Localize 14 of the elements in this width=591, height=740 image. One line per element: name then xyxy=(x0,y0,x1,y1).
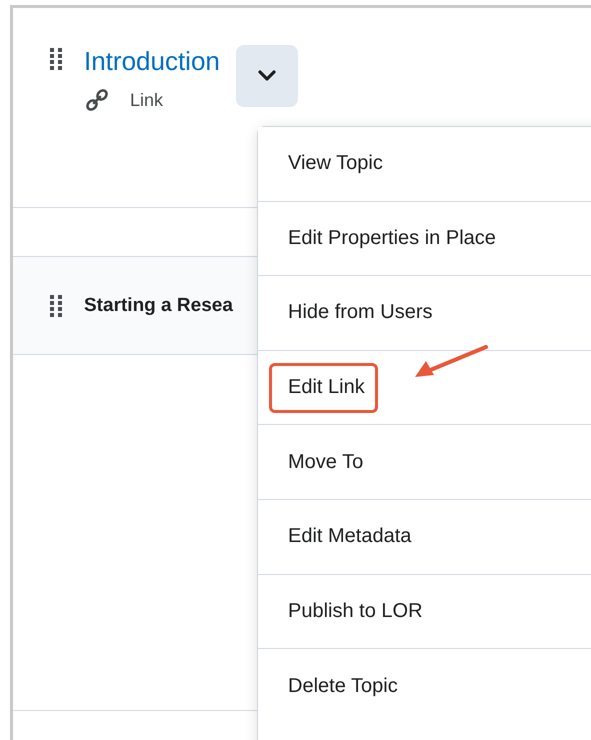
menu-item[interactable]: View Topic xyxy=(258,127,591,202)
menu-item[interactable]: Edit Link xyxy=(258,350,591,426)
topic-type-label: Link xyxy=(130,90,164,110)
menu-item[interactable]: Edit Properties in Place xyxy=(258,202,591,276)
menu-item[interactable]: Edit Metadata xyxy=(258,500,591,575)
menu-item[interactable]: Publish to LOR xyxy=(258,574,591,650)
module-title: Starting a Resea xyxy=(84,294,233,316)
topic-title-link[interactable]: Introduction xyxy=(84,45,220,77)
link-icon xyxy=(84,87,110,113)
menu-item[interactable]: Move To xyxy=(258,425,591,500)
drag-handle-icon[interactable] xyxy=(50,48,62,70)
drag-handle-icon[interactable] xyxy=(50,294,62,316)
menu-item[interactable]: Hide from Users xyxy=(258,276,591,351)
chevron-down-icon xyxy=(258,70,276,82)
